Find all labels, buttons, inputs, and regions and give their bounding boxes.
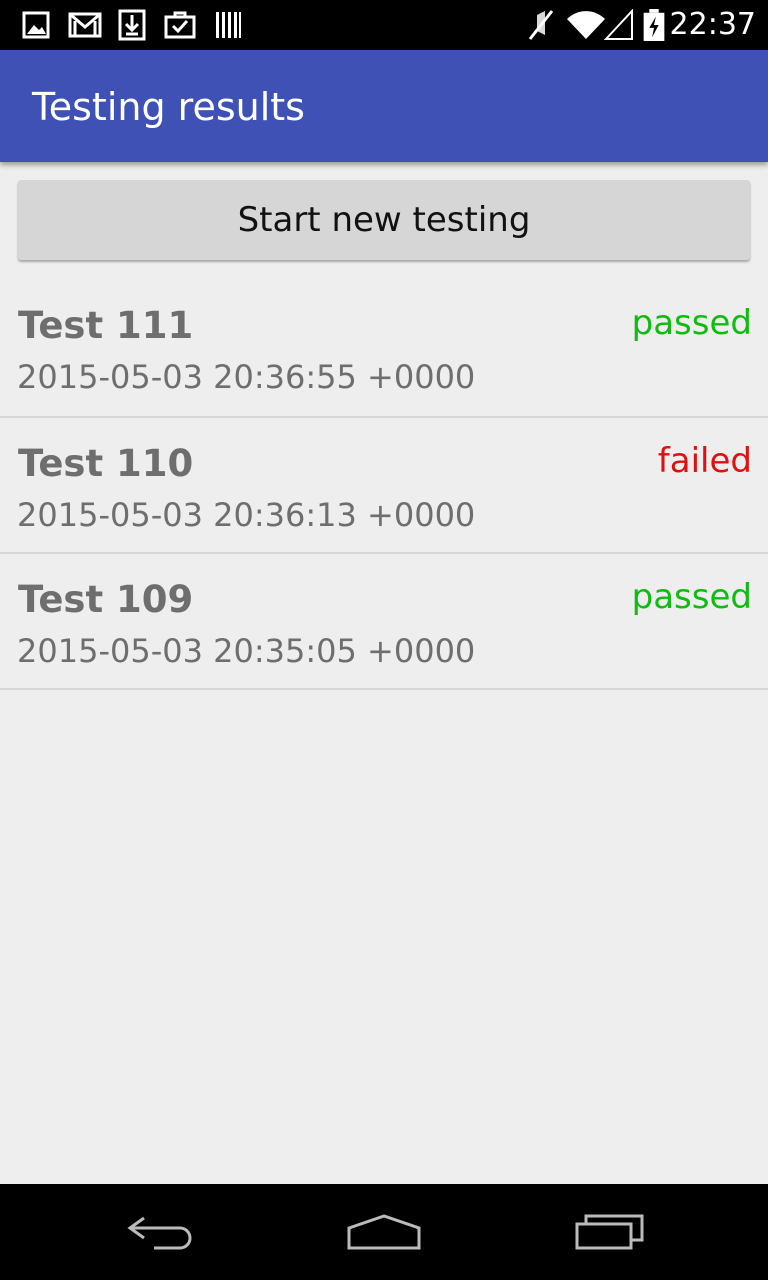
home-icon bbox=[347, 1214, 421, 1250]
barcode-icon bbox=[216, 12, 241, 38]
battery-charging-icon bbox=[643, 9, 665, 41]
status-badge: passed bbox=[631, 303, 752, 343]
navigation-bar bbox=[0, 1184, 768, 1280]
result-date: 2015-05-03 20:35:05 +0000 bbox=[17, 632, 476, 670]
back-icon bbox=[127, 1216, 192, 1250]
briefcase-check-icon bbox=[164, 11, 196, 39]
status-bar: 22:37 bbox=[0, 0, 768, 50]
list-item[interactable]: Test 111 2015-05-03 20:36:55 +0000 passe… bbox=[0, 280, 768, 418]
status-badge: passed bbox=[631, 577, 752, 617]
back-button[interactable] bbox=[110, 1200, 210, 1264]
app-bar: Testing results bbox=[0, 50, 768, 162]
list-item[interactable]: Test 109 2015-05-03 20:35:05 +0000 passe… bbox=[0, 554, 768, 690]
wifi-icon bbox=[567, 11, 605, 39]
signal-icon bbox=[604, 9, 633, 40]
recents-icon bbox=[575, 1214, 644, 1250]
page-title: Testing results bbox=[32, 85, 305, 129]
list-item[interactable]: Test 110 2015-05-03 20:36:13 +0000 faile… bbox=[0, 418, 768, 554]
mute-icon bbox=[528, 10, 554, 40]
status-time: 22:37 bbox=[669, 7, 756, 42]
results-list: Test 111 2015-05-03 20:36:55 +0000 passe… bbox=[0, 280, 768, 690]
result-name: Test 109 bbox=[18, 578, 194, 621]
home-button[interactable] bbox=[334, 1200, 434, 1264]
result-name: Test 110 bbox=[18, 442, 194, 485]
result-name: Test 111 bbox=[18, 304, 194, 347]
download-icon bbox=[118, 9, 146, 41]
gmail-icon bbox=[68, 12, 102, 38]
result-date: 2015-05-03 20:36:13 +0000 bbox=[17, 496, 476, 534]
image-icon bbox=[22, 11, 50, 39]
result-date: 2015-05-03 20:36:55 +0000 bbox=[17, 358, 476, 396]
status-badge: failed bbox=[657, 441, 752, 481]
recents-button[interactable] bbox=[560, 1200, 660, 1264]
start-new-testing-button[interactable]: Start new testing bbox=[18, 180, 750, 260]
